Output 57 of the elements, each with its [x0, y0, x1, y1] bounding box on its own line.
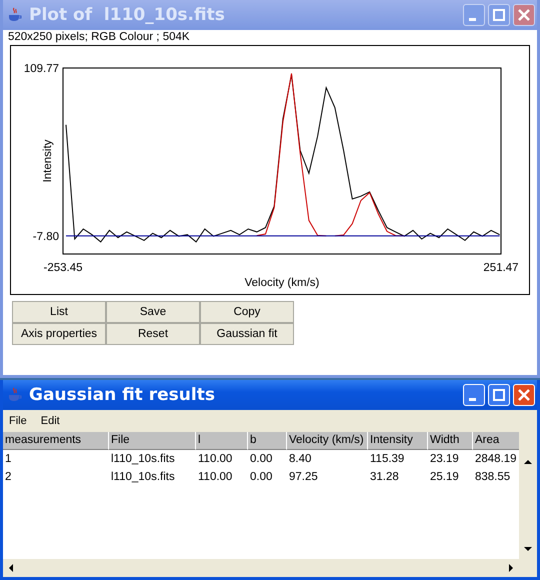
table-cell-text: 838.55	[474, 470, 512, 485]
minimize-button[interactable]	[463, 4, 485, 26]
column-header[interactable]: File	[109, 432, 196, 450]
coffee-cup-icon	[7, 7, 23, 23]
table-cell-text: 110.00	[197, 452, 234, 467]
plot-button[interactable]: Gaussian fit	[200, 323, 294, 345]
table-cell-text: l110_10s.fits	[110, 452, 176, 467]
scroll-right-icon	[507, 563, 515, 573]
close-button[interactable]	[513, 4, 535, 26]
table-cell-text: 31.28	[369, 470, 400, 485]
table-cell-text: 97.25	[288, 470, 319, 485]
horizontal-scrollbar[interactable]	[3, 559, 519, 577]
column-header[interactable]: b	[248, 432, 287, 450]
table-cell-text: l110_10s.fits	[110, 470, 176, 485]
window-title: Plot of l110_10s.fits	[29, 5, 226, 25]
table-cell-text: 1	[4, 452, 12, 467]
scroll-down-icon	[523, 545, 533, 553]
image-info: 520x250 pixels; RGB Colour ; 504K	[8, 31, 191, 45]
x-tick-label: -253.45	[44, 262, 82, 274]
table-cell-text: 115.39	[369, 452, 406, 467]
close-icon	[518, 9, 530, 21]
x-tick-label: 251.47	[483, 262, 519, 274]
maximize-icon	[493, 9, 505, 21]
table-cell-text: 0.00	[249, 470, 274, 485]
window-title: Gaussian fit results	[29, 385, 216, 405]
column-header[interactable]: Velocity (km/s)	[287, 432, 368, 450]
minimize-icon	[469, 398, 476, 400]
plot-button[interactable]: Save	[106, 301, 200, 323]
menu-item[interactable]: Edit	[40, 415, 60, 427]
plot-button[interactable]: Copy	[200, 301, 294, 323]
coffee-cup-icon	[7, 387, 23, 403]
scroll-left-icon	[7, 563, 15, 573]
y-axis-label: Intensity	[42, 140, 54, 182]
scroll-up-icon	[523, 458, 533, 466]
column-header[interactable]: Width	[428, 432, 473, 450]
y-tick-label: -7.80	[32, 230, 59, 243]
plot-button[interactable]: Reset	[106, 323, 200, 345]
table-cell-text: 2	[4, 470, 12, 485]
minimize-icon	[469, 18, 476, 20]
plot-button[interactable]: Axis properties	[12, 323, 106, 345]
maximize-icon	[493, 389, 505, 401]
column-header[interactable]: Intensity	[368, 432, 428, 450]
column-header[interactable]: measurements	[3, 432, 109, 450]
close-icon	[518, 389, 530, 401]
vertical-scrollbar[interactable]	[519, 432, 537, 577]
column-header[interactable]: l	[196, 432, 248, 450]
table-cell-text: 110.00	[197, 470, 234, 485]
menu-item[interactable]: File	[9, 415, 27, 427]
table-cell-text: 0.00	[249, 452, 274, 467]
table-cell-text: 8.40	[288, 452, 312, 467]
x-axis-label: Velocity (km/s)	[244, 277, 320, 289]
plot-button[interactable]: List	[12, 301, 106, 323]
table-cell-text: 2848.19	[474, 452, 518, 467]
table-cell-text: 25.19	[429, 470, 460, 485]
y-tick-label: 109.77	[24, 63, 59, 75]
table-cell-text: 23.19	[429, 452, 460, 467]
maximize-button[interactable]	[488, 4, 510, 26]
